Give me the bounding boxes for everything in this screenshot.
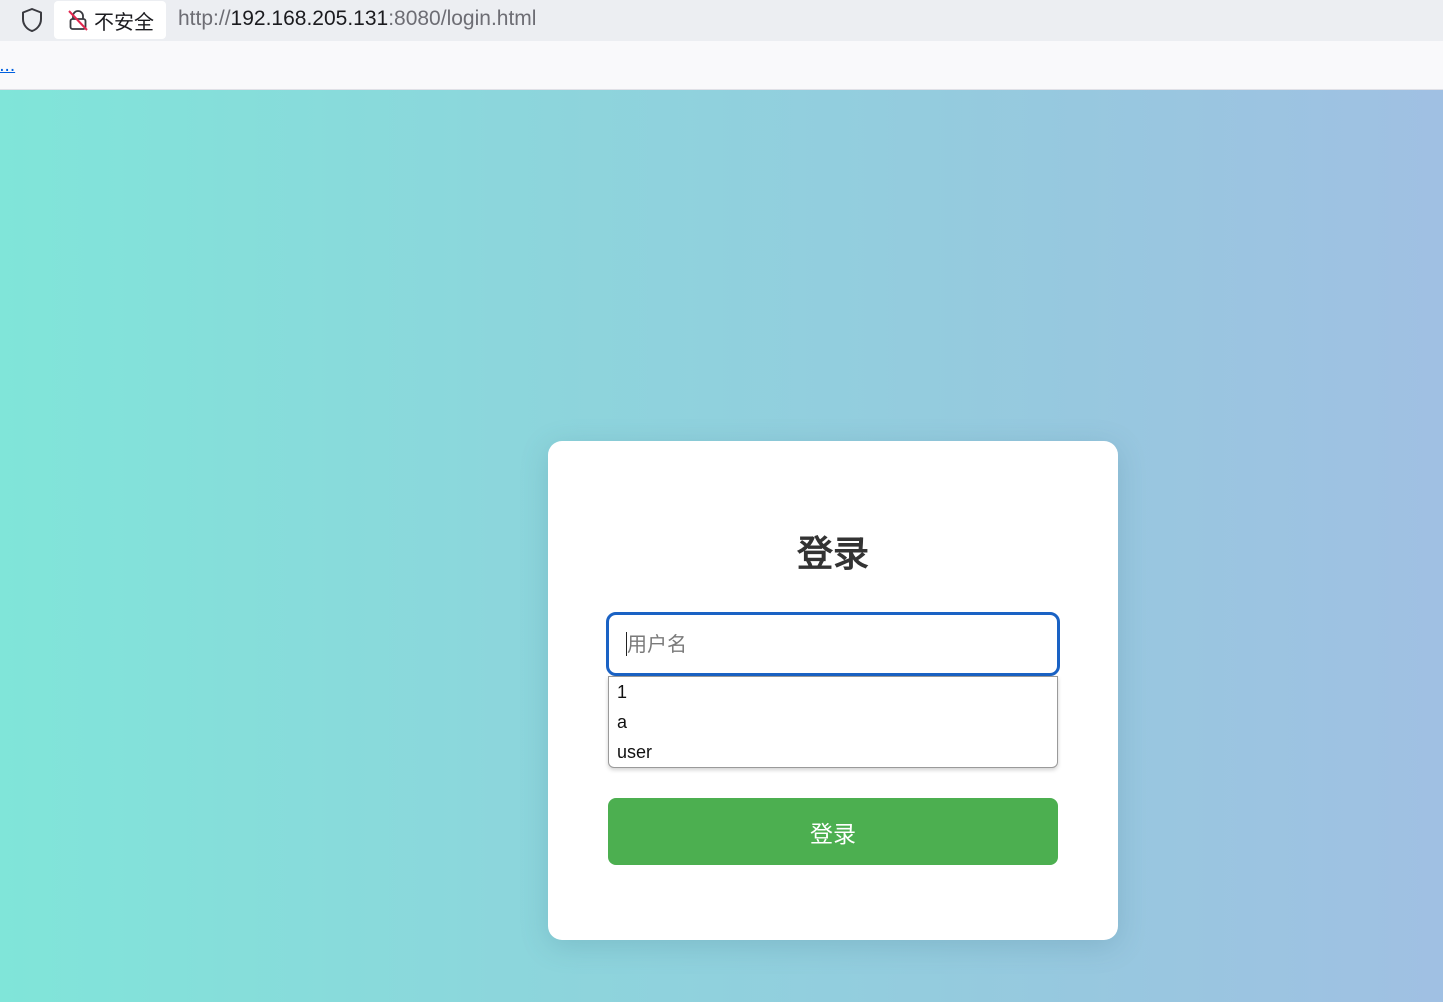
- url-field[interactable]: http://192.168.205.131:8080/login.html: [178, 5, 536, 33]
- autocomplete-dropdown: 1 a user: [608, 676, 1058, 768]
- login-card: 登录 1 a user 登录: [548, 441, 1118, 940]
- bookmarks-toolbar: ....: [0, 41, 1443, 90]
- login-button[interactable]: 登录: [608, 798, 1058, 865]
- shield-icon[interactable]: [15, 5, 49, 35]
- insecure-lock-icon: [66, 8, 90, 32]
- site-security-indicator[interactable]: 不安全: [54, 1, 166, 39]
- security-label: 不安全: [94, 9, 154, 34]
- url-scheme: http://: [178, 7, 231, 30]
- username-input[interactable]: [606, 612, 1060, 676]
- autocomplete-option[interactable]: user: [609, 740, 1057, 770]
- autocomplete-option[interactable]: 1: [609, 680, 1057, 710]
- login-title: 登录: [796, 534, 869, 575]
- page-background: 登录 1 a user 登录: [0, 90, 1443, 1002]
- address-bar: 不安全 http://192.168.205.131:8080/login.ht…: [0, 0, 1443, 41]
- url-host: 192.168.205.131: [230, 7, 389, 30]
- text-caret: [626, 632, 627, 656]
- autocomplete-option[interactable]: a: [609, 710, 1057, 740]
- bookmark-link[interactable]: ....: [0, 55, 15, 77]
- url-path: :8080/login.html: [388, 7, 537, 30]
